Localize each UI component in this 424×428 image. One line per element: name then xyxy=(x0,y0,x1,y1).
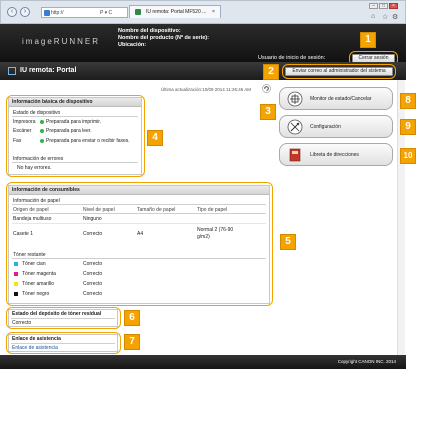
page-header: imageRUNNER Nombre del dispositivo: Nomb… xyxy=(0,24,406,62)
remote-ui-icon xyxy=(8,67,16,75)
tab-close-icon[interactable]: × xyxy=(212,9,215,15)
status-monitor-icon xyxy=(287,91,303,107)
page-favicon-icon xyxy=(44,10,50,16)
favorites-star-icon[interactable]: ☆ xyxy=(382,13,388,21)
tab-title: IU remota: Portal MF520 ... xyxy=(146,9,207,15)
product-name-label: Nombre del producto (Nº de serie): xyxy=(118,35,209,41)
brand-logo: imageRUNNER xyxy=(22,37,101,46)
back-button[interactable]: ‹ xyxy=(7,7,17,17)
settings-icon xyxy=(287,119,303,135)
consumables-highlight xyxy=(6,182,273,306)
callout-3: 3 xyxy=(260,104,276,120)
callout-9: 9 xyxy=(400,119,416,135)
address-bar[interactable]: http:// P ▾ C xyxy=(41,7,128,18)
url-search-refresh[interactable]: P ▾ C xyxy=(100,10,112,16)
forward-button[interactable]: › xyxy=(20,7,30,17)
callout-7: 7 xyxy=(124,334,140,350)
close-window-button[interactable]: × xyxy=(389,3,398,9)
maximize-button[interactable]: □ xyxy=(379,3,388,9)
url-text: http:// xyxy=(51,10,64,16)
settings-button[interactable]: Configuración xyxy=(279,115,393,138)
last-updated-text: Última actualización:10/09 2014 11:26:46… xyxy=(161,87,251,92)
gear-icon[interactable]: ⚙ xyxy=(392,13,398,21)
copyright-text: Copyright CANON INC. 2014 xyxy=(337,359,396,364)
address-book-button[interactable]: Libreta de direcciones xyxy=(279,143,393,166)
waste-toner-highlight xyxy=(6,307,121,329)
settings-label: Configuración xyxy=(310,124,341,130)
callout-10: 10 xyxy=(400,148,416,164)
tab-favicon-icon xyxy=(135,9,141,15)
status-monitor-button[interactable]: Monitor de estado/Cancelar xyxy=(279,87,393,110)
browser-tab[interactable]: IU remota: Portal MF520 ... × xyxy=(129,5,221,18)
address-book-icon xyxy=(289,148,301,162)
refresh-icon[interactable] xyxy=(262,84,271,93)
support-highlight xyxy=(6,332,121,354)
minimize-button[interactable]: – xyxy=(369,3,378,9)
page-footer: Copyright CANON INC. 2014 xyxy=(0,355,406,369)
basic-info-highlight xyxy=(6,95,145,177)
callout-4: 4 xyxy=(147,130,163,146)
address-book-label: Libreta de direcciones xyxy=(310,152,359,158)
status-monitor-label: Monitor de estado/Cancelar xyxy=(310,96,372,102)
browser-toolbar: ‹ › http:// P ▾ C IU remota: Portal MF52… xyxy=(0,0,406,24)
page-title: IU remota: Portal xyxy=(20,67,77,74)
callout-8: 8 xyxy=(400,93,416,109)
callout-1: 1 xyxy=(360,32,376,48)
callout-5: 5 xyxy=(280,234,296,250)
callout-2: 2 xyxy=(263,64,279,80)
device-name-label: Nombre del dispositivo: xyxy=(118,28,181,34)
email-admin-highlight xyxy=(282,64,396,79)
login-user-label: Usuario de inicio de sesión: xyxy=(258,55,326,61)
callout-6: 6 xyxy=(124,310,140,326)
location-label: Ubicación: xyxy=(118,42,147,48)
home-icon[interactable]: ⌂ xyxy=(371,13,375,20)
